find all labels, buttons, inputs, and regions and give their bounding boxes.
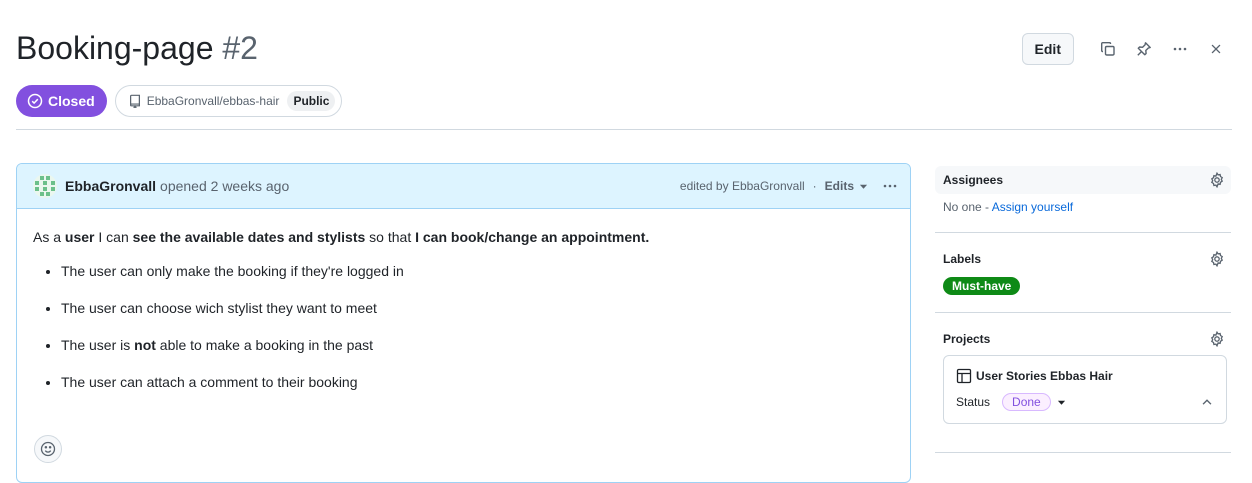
header-actions: Edit [1021,33,1232,65]
avatar[interactable] [33,174,57,198]
status-badge[interactable]: Done [1002,393,1051,411]
repo-pill[interactable]: EbbaGronvall/ebbas-hair Public [114,85,343,117]
issue-number: #2 [222,30,258,66]
assignees-header[interactable]: Assignees [935,166,1231,194]
comment-body: As a user I can see the available dates … [17,209,910,427]
sidebar: Assignees No one - Assign yourself Label… [935,166,1231,453]
issue-closed-icon [27,93,43,109]
issue-meta: Closed EbbaGronvall/ebbas-hair Public [16,85,343,117]
issue-comment: EbbaGronvall opened 2 weeks ago edited b… [16,163,911,483]
list-item: The user is not able to make a booking i… [61,335,894,355]
repo-name[interactable]: EbbaGronvall/ebbas-hair [147,94,280,108]
edits-label[interactable]: Edits [825,179,854,193]
separator: · [812,179,817,193]
user-story: As a user I can see the available dates … [33,227,894,247]
project-card: User Stories Ebbas Hair Status Done [943,355,1227,424]
state-label: Closed [48,93,95,109]
project-title[interactable]: User Stories Ebbas Hair [956,368,1214,384]
no-assignee: No one - [943,200,992,214]
list-item-bold: not [134,337,156,353]
story-text: As a [33,229,65,245]
list-item: The user can attach a comment to their b… [61,372,894,392]
assignees-title: Assignees [943,173,1004,187]
copy-icon[interactable] [1092,33,1124,65]
list-item-text: The user is [61,337,135,353]
state-badge: Closed [16,85,107,117]
issue-title: Booking-page #2 [16,28,258,68]
story-text: so that [365,229,416,245]
labels-section: Labels Must-have [935,233,1231,313]
caret-down-icon[interactable] [1057,398,1066,407]
smiley-icon[interactable] [34,435,62,463]
labels-title: Labels [943,252,982,266]
labels-body: Must-have [935,273,1231,307]
list-item-text: able to make a booking in the past [155,337,374,353]
story-bold: user [64,229,95,245]
issue-title-text: Booking-page [16,30,214,66]
project-status-row: Status Done [956,393,1214,411]
table-icon [956,368,972,384]
header-divider [16,129,1232,130]
projects-title: Projects [943,332,991,346]
visibility-badge: Public [287,91,336,111]
comment-header-right: edited by EbbaGronvall · Edits [680,178,898,194]
gear-icon[interactable] [1209,331,1225,347]
repo-icon [129,94,140,108]
labels-header[interactable]: Labels [935,245,1231,273]
acceptance-criteria-list: The user can only make the booking if th… [33,261,894,392]
kebab-icon[interactable] [1164,33,1196,65]
projects-header[interactable]: Projects [935,325,1231,353]
comment-author[interactable]: EbbaGronvall [65,178,156,194]
assignees-section: Assignees No one - Assign yourself [935,166,1231,233]
assignees-body: No one - Assign yourself [935,194,1231,226]
list-item: The user can only make the booking if th… [61,261,894,281]
comment-timestamp[interactable]: opened 2 weeks ago [160,178,289,194]
close-icon[interactable] [1200,33,1232,65]
project-name[interactable]: User Stories Ebbas Hair [976,369,1113,383]
status-key: Status [956,395,991,409]
edits-dropdown[interactable]: Edits [825,179,868,193]
pin-icon[interactable] [1128,33,1160,65]
list-item: The user can choose wich stylist they wa… [61,298,894,318]
story-text: I can [94,229,133,245]
comment-header: EbbaGronvall opened 2 weeks ago edited b… [17,164,910,209]
edited-by: edited by EbbaGronvall [679,179,805,193]
story-bold: see the available dates and stylists [132,229,366,245]
assign-yourself-link[interactable]: Assign yourself [992,200,1073,214]
caret-down-icon [859,184,868,189]
edit-button[interactable]: Edit [1021,33,1074,65]
label-must-have[interactable]: Must-have [943,277,1021,295]
chevron-up-icon[interactable] [1200,395,1214,409]
gear-icon[interactable] [1209,172,1225,188]
story-bold: I can book/change an appointment. [415,229,650,245]
projects-section: Projects User Stories Ebbas Hair Status … [935,313,1231,453]
comment-kebab-icon[interactable] [882,178,898,194]
gear-icon[interactable] [1209,251,1225,267]
